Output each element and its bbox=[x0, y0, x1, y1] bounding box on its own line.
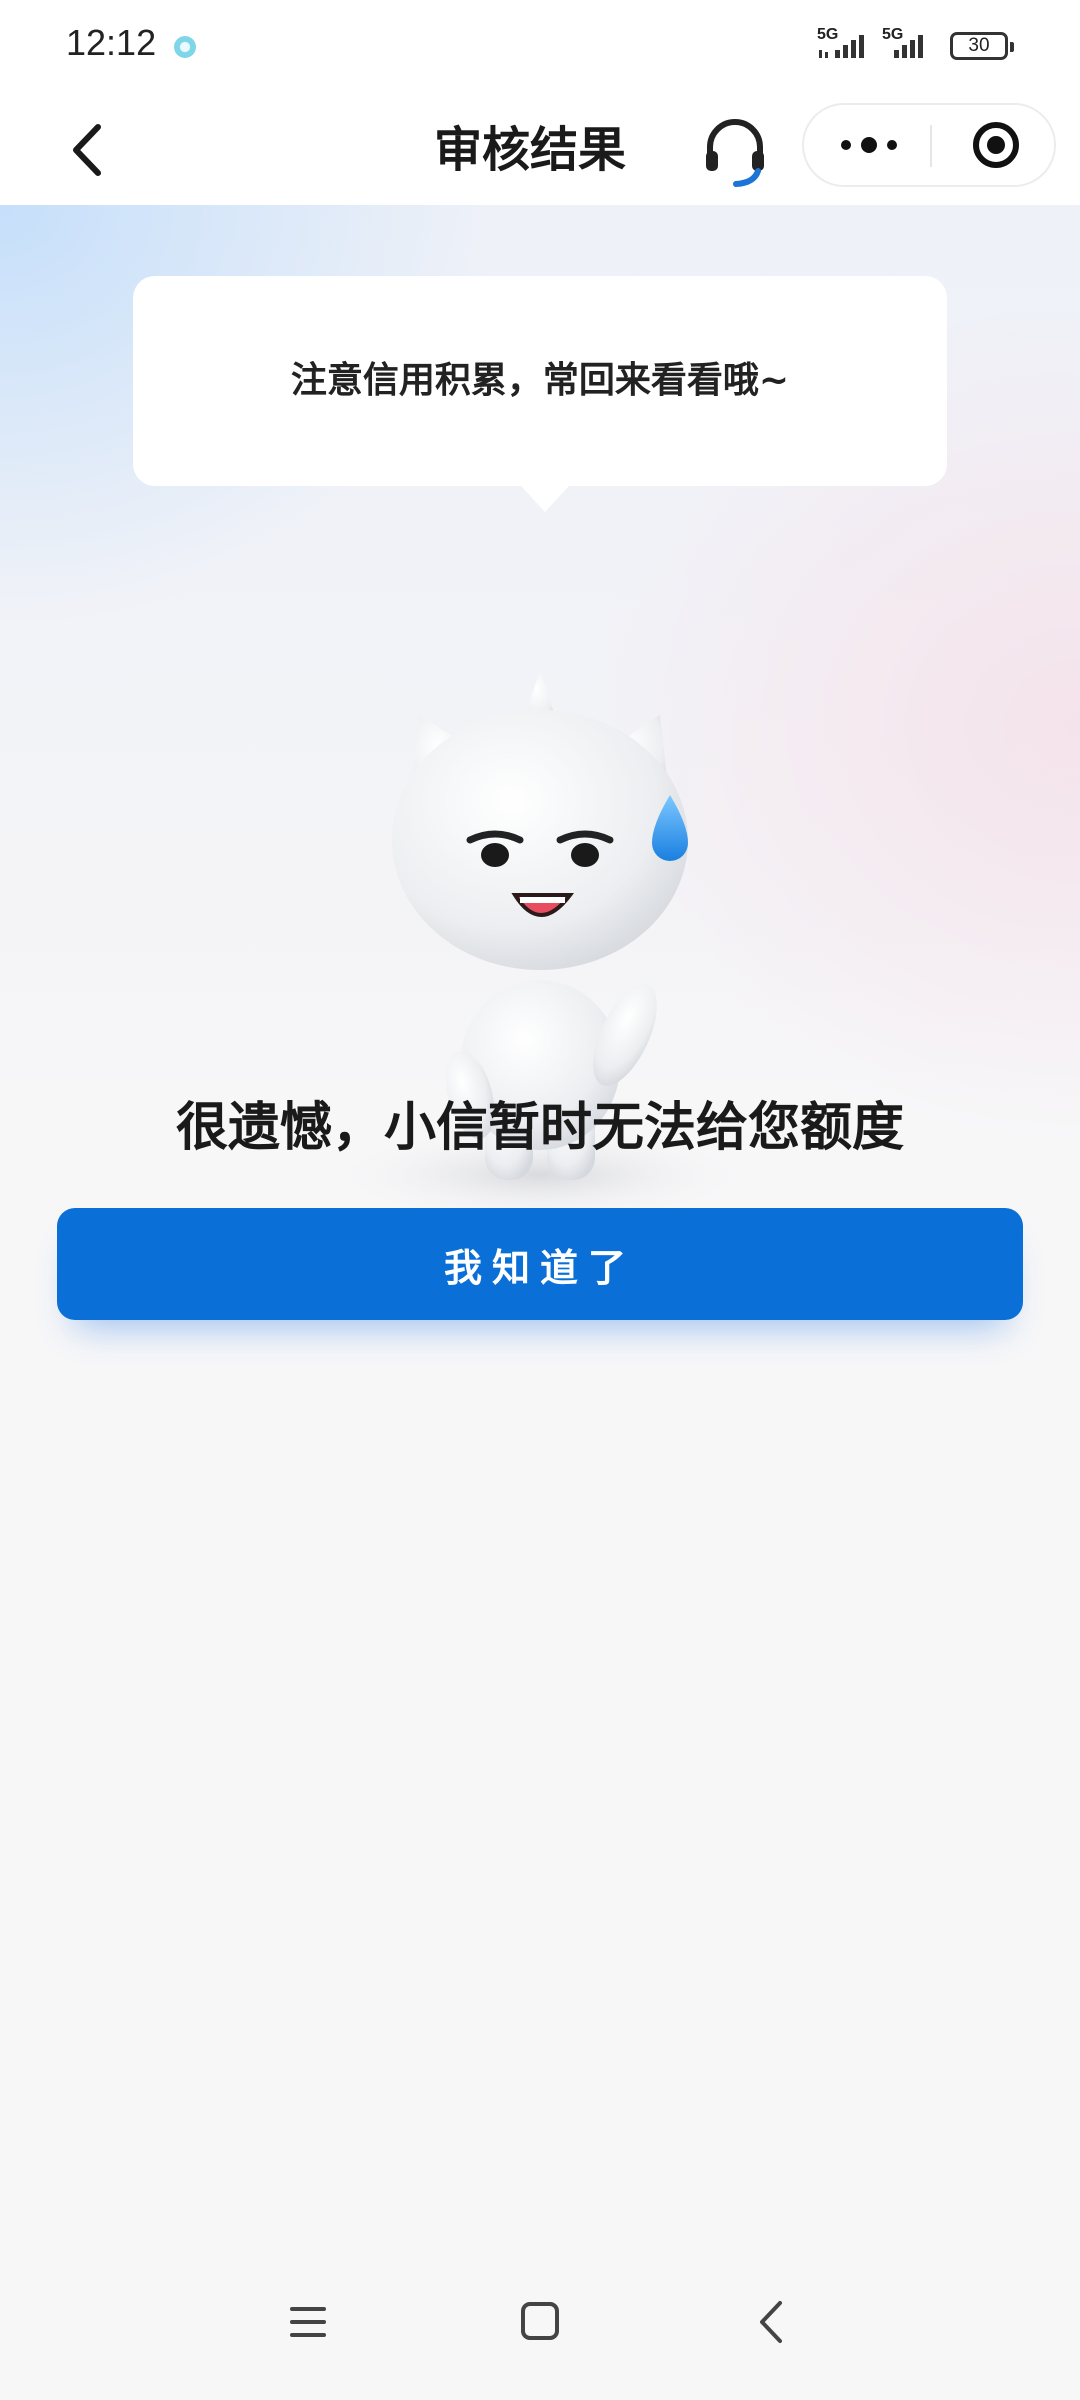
back-chevron-icon[interactable] bbox=[742, 2295, 802, 2349]
signal-5g-icon: 5G bbox=[815, 26, 879, 62]
result-title: 很遗憾，小信暂时无法给您额度 bbox=[175, 1098, 904, 1158]
status-bar: 12:12 5G 5G 30 bbox=[0, 0, 1080, 95]
headset-icon[interactable] bbox=[700, 113, 770, 187]
app-notification-icon bbox=[174, 36, 196, 58]
menu-icon[interactable] bbox=[278, 2295, 338, 2349]
main-content: 注意信用积累，常回来看看哦~ 很遗憾，小信暂时无法给您额度 我知道了 bbox=[0, 205, 1080, 2235]
top-nav-bar: 审核结果 bbox=[0, 95, 1080, 205]
home-square-icon[interactable] bbox=[510, 2295, 570, 2349]
battery-icon: 30 bbox=[950, 32, 1014, 60]
acknowledge-button[interactable]: 我知道了 bbox=[57, 1208, 1023, 1320]
bubble-text: 注意信用积累，常回来看看哦~ bbox=[290, 360, 790, 401]
chevron-left-icon[interactable] bbox=[60, 117, 120, 183]
more-dots-icon[interactable] bbox=[824, 115, 914, 175]
system-nav-bar bbox=[0, 2235, 1080, 2400]
capsule-divider bbox=[930, 125, 932, 167]
page-title: 审核结果 bbox=[433, 122, 626, 178]
status-time: 12:12 bbox=[66, 22, 157, 63]
signal-5g-icon-2: 5G bbox=[880, 26, 944, 62]
target-close-icon[interactable] bbox=[954, 115, 1034, 175]
miniprogram-capsule bbox=[802, 103, 1056, 187]
speech-bubble: 注意信用积累，常回来看看哦~ bbox=[133, 276, 947, 512]
